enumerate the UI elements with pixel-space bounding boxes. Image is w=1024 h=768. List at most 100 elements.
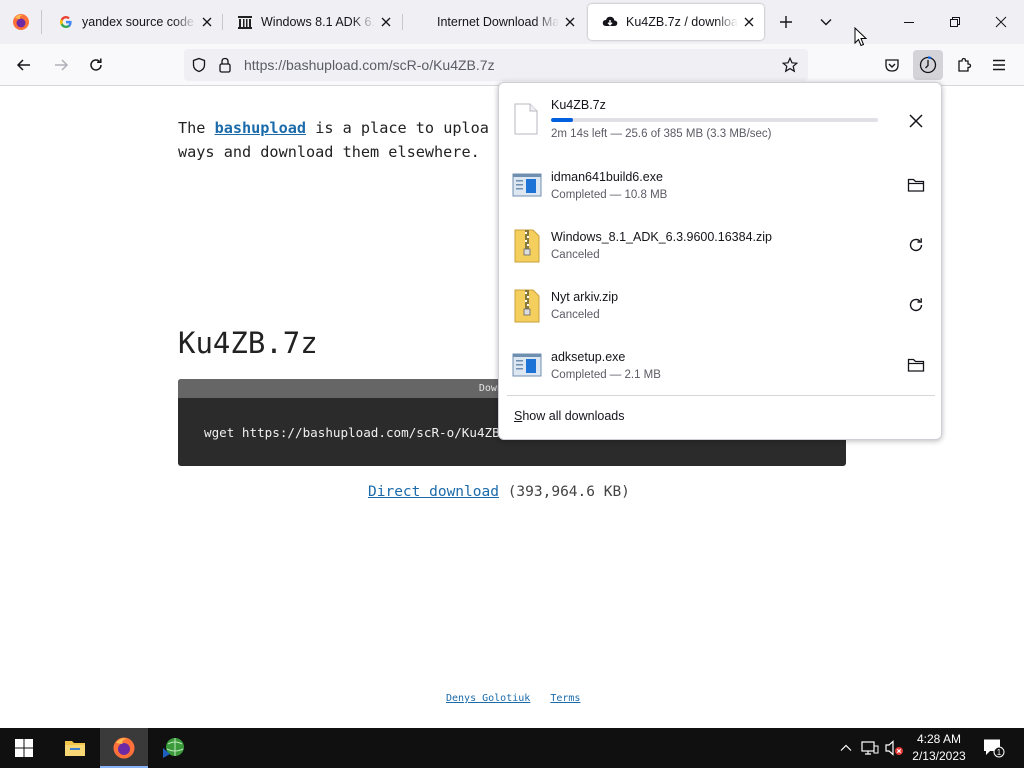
download-filename: Ku4ZB.7z <box>551 98 606 112</box>
forward-button[interactable] <box>46 50 76 80</box>
clock-time: 4:28 AM <box>916 732 962 746</box>
close-tab-icon[interactable] <box>740 13 758 31</box>
footer-link-terms[interactable]: Terms <box>550 693 580 704</box>
tab-divider <box>402 14 403 30</box>
download-item[interactable]: idman641build6.exe Completed — 10.8 MB <box>499 155 943 215</box>
puzzle-icon <box>958 57 972 72</box>
download-progress-fill <box>551 118 573 122</box>
taskbar-clock[interactable]: 4:28 AM 2/13/2023 <box>906 731 972 765</box>
folder-icon[interactable] <box>904 353 928 377</box>
tab-title: Windows 8.1 ADK 6.3.9600 <box>261 15 375 29</box>
action-center-button[interactable]: 1 <box>982 738 1006 758</box>
firefox-icon <box>113 737 135 759</box>
back-button[interactable] <box>9 50 39 80</box>
download-progress-bar <box>551 118 878 122</box>
installer-icon <box>512 353 542 377</box>
download-item-active[interactable]: Ku4ZB.7z 2m 14s left — 25.6 of 385 MB (3… <box>499 83 943 149</box>
start-button[interactable] <box>0 728 48 768</box>
download-filename: idman641build6.exe <box>551 170 663 184</box>
firefox-view-button[interactable] <box>0 0 42 44</box>
download-item[interactable]: Nyt arkiv.zip Canceled <box>499 275 943 335</box>
network-icon[interactable] <box>860 738 880 758</box>
url-text[interactable]: https://bashupload.com/scR-o/Ku4ZB.7z <box>244 57 495 73</box>
downloads-panel: Ku4ZB.7z 2m 14s left — 25.6 of 385 MB (3… <box>498 82 942 440</box>
download-filename: Windows_8.1_ADK_6.3.9600.16384.zip <box>551 230 772 244</box>
notification-icon: 1 <box>984 739 1005 758</box>
tab-internet-download-manager[interactable]: Internet Download Mana <box>423 4 585 40</box>
tab-title: Ku4ZB.7z / download fr <box>626 15 738 29</box>
show-all-downloads-button[interactable]: Show all downloads <box>514 409 625 423</box>
chevron-down-icon <box>820 19 832 26</box>
plus-icon <box>780 16 792 28</box>
app-menu-button[interactable] <box>984 50 1014 80</box>
firefox-taskbar-button[interactable] <box>100 728 148 768</box>
cloud-download-icon <box>602 14 618 30</box>
close-icon <box>995 16 1007 28</box>
intro-line-2: ways and download them elsewhere. <box>178 143 480 161</box>
lock-icon[interactable] <box>212 49 238 81</box>
close-tab-icon[interactable] <box>198 13 216 31</box>
close-tab-icon[interactable] <box>377 13 395 31</box>
retry-icon[interactable] <box>904 233 928 257</box>
footer: Denys Golotiuk Terms <box>446 693 594 704</box>
folder-icon[interactable] <box>904 173 928 197</box>
volume-muted-icon[interactable] <box>884 738 904 758</box>
windows-logo-icon <box>15 739 33 757</box>
hamburger-menu-icon <box>993 59 1005 71</box>
arrow-left-icon <box>16 59 30 71</box>
download-status: Completed — 10.8 MB <box>551 189 668 201</box>
direct-download-link[interactable]: Direct download <box>368 484 499 500</box>
notification-count: 1 <box>997 748 1002 757</box>
windows-taskbar: 4:28 AM 2/13/2023 1 <box>0 728 1024 768</box>
reload-button[interactable] <box>81 50 111 80</box>
close-tab-icon[interactable] <box>561 13 579 31</box>
internet-download-manager-button[interactable] <box>150 728 198 768</box>
download-status: Completed — 2.1 MB <box>551 369 661 381</box>
tracking-protection-shield-icon[interactable] <box>186 49 212 81</box>
minimize-button[interactable] <box>886 0 932 44</box>
file-explorer-button[interactable] <box>51 728 99 768</box>
bookmark-star-icon[interactable] <box>778 53 802 77</box>
footer-link-author[interactable]: Denys Golotiuk <box>446 693 530 704</box>
file-size: (393,964.6 KB) <box>507 484 630 500</box>
address-bar[interactable]: https://bashupload.com/scR-o/Ku4ZB.7z <box>184 49 808 81</box>
archive-org-icon <box>237 14 253 30</box>
arrow-right-icon <box>55 59 69 71</box>
download-status: 2m 14s left — 25.6 of 385 MB (3.3 MB/sec… <box>551 128 772 140</box>
retry-icon[interactable] <box>904 293 928 317</box>
clock-date: 2/13/2023 <box>912 749 966 763</box>
extensions-button[interactable] <box>949 50 979 80</box>
tab-yandex-search[interactable]: yandex source code - G <box>44 4 222 40</box>
show-hidden-icons-chevron-up-icon[interactable] <box>836 738 856 758</box>
list-all-tabs-button[interactable] <box>812 8 840 36</box>
tab-bashupload-active[interactable]: Ku4ZB.7z / download fr <box>588 4 764 40</box>
reload-icon <box>90 58 102 71</box>
download-item[interactable]: Windows_8.1_ADK_6.3.9600.16384.zip Cance… <box>499 215 943 275</box>
zip-icon <box>514 289 540 323</box>
download-filename: adksetup.exe <box>551 350 626 364</box>
folder-icon <box>65 741 85 756</box>
bashupload-link[interactable]: bashupload <box>215 119 306 137</box>
tab-title: Internet Download Mana <box>437 15 559 29</box>
mouse-cursor-icon <box>854 27 868 47</box>
pocket-button[interactable] <box>877 50 907 80</box>
tab-strip: yandex source code - G Windows 8.1 ADK 6… <box>0 0 1024 44</box>
firefox-icon <box>13 14 29 30</box>
close-window-button[interactable] <box>978 0 1024 44</box>
restore-button[interactable] <box>932 0 978 44</box>
google-icon <box>58 14 74 30</box>
downloads-button[interactable] <box>913 50 943 80</box>
navigation-toolbar: https://bashupload.com/scR-o/Ku4ZB.7z <box>0 44 1024 86</box>
generic-file-icon <box>514 103 538 135</box>
pocket-icon <box>885 59 899 72</box>
wget-command[interactable]: wget https://bashupload.com/scR-o/Ku4ZB.… <box>204 425 522 440</box>
new-tab-button[interactable] <box>772 8 800 36</box>
download-item[interactable]: adksetup.exe Completed — 2.1 MB <box>499 335 943 395</box>
intro-prefix: The <box>178 119 206 137</box>
cancel-download-icon[interactable] <box>904 109 928 133</box>
zip-icon <box>514 229 540 263</box>
file-heading: Ku4ZB.7z <box>178 326 318 360</box>
restore-icon <box>950 17 960 27</box>
tab-windows-adk[interactable]: Windows 8.1 ADK 6.3.9600 <box>223 4 401 40</box>
download-progress-icon <box>919 56 937 74</box>
